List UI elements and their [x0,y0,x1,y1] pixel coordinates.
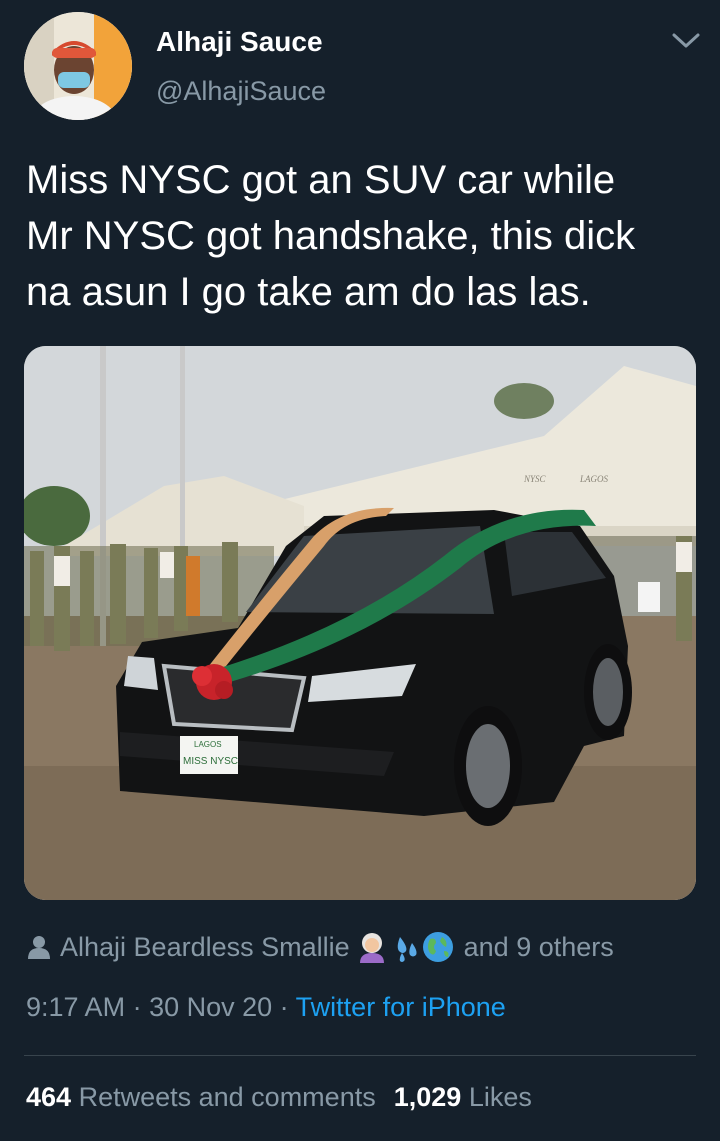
tweet-text: Miss NYSC got an SUV car while Mr NYSC g… [26,152,696,320]
tweet-source-link[interactable]: Twitter for iPhone [296,992,506,1022]
tweet-date: 30 Nov 20 [149,992,273,1022]
divider [24,1055,696,1056]
liker-name[interactable]: Alhaji Beardless Smallie [60,932,350,963]
tweet-time: 9:17 AM [26,992,126,1022]
globe-icon [422,932,453,962]
plate-top-text: LAGOS [194,740,222,749]
likes-stat[interactable]: 1,029 Likes [394,1082,532,1112]
tent-label-nysc: NYSC [523,474,547,484]
tweet-detail: Alhaji Sauce @AlhajiSauce Miss NYSC got … [0,0,720,1141]
likes-label: Likes [468,1082,532,1112]
tweet-text-line: Miss NYSC got an SUV car while [26,158,616,202]
person-icon [28,936,50,959]
meta-separator: · [272,992,296,1022]
plate-text: MISS NYSC [183,756,238,767]
tweet-stats: 464 Retweets and comments 1,029 Likes [26,1082,532,1113]
author-handle[interactable]: @AlhajiSauce [156,76,326,107]
tweet-text-line: na asun I go take am do las las. [26,270,591,314]
retweets-count: 464 [26,1082,72,1112]
chevron-down-icon[interactable] [670,30,702,52]
meta-separator: · [125,992,150,1022]
likers-suffix[interactable]: and 9 others [464,932,614,963]
author-display-name[interactable]: Alhaji Sauce [156,26,323,58]
retweets-label: Retweets and comments [78,1082,376,1112]
retweets-stat[interactable]: 464 Retweets and comments [26,1082,376,1112]
tweet-text-line: Mr NYSC got handshake, this dick [26,214,636,258]
sweat-droplets-icon [397,937,417,962]
tweet-photo[interactable]: NYSC LAGOS LAGOS MISS NYSC [24,346,696,900]
author-avatar[interactable] [24,12,132,120]
tweet-meta: 9:17 AM · 30 Nov 20 · Twitter for iPhone [26,992,506,1023]
likers-row[interactable]: Alhaji Beardless Smallie and 9 others [28,926,614,968]
tent-label-lagos: LAGOS [579,474,609,484]
likes-count: 1,029 [393,1082,462,1112]
older-woman-emoji-icon [359,933,384,963]
